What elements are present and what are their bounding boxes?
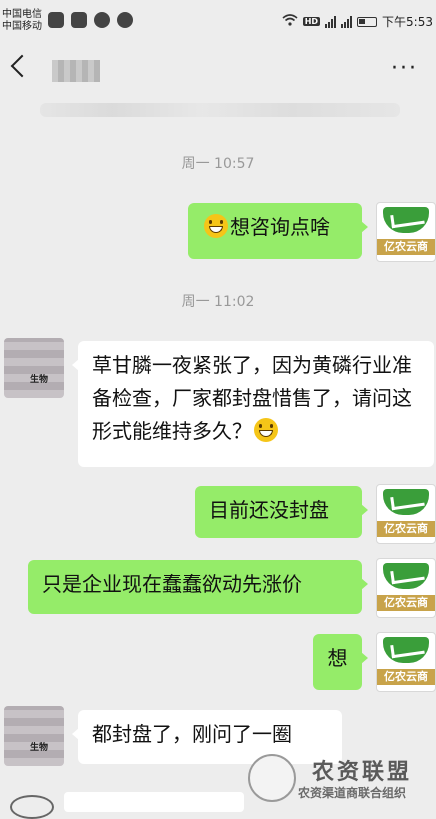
avatar-brand[interactable]: 亿农云商 — [376, 202, 436, 262]
status-time: 下午5:53 — [382, 15, 433, 29]
system-icons: HD 下午5:53 — [282, 13, 433, 30]
grin-emoji-icon — [254, 418, 278, 442]
carrier-2: 中国移动 — [2, 21, 42, 32]
brand-label: 亿农云商 — [377, 669, 435, 685]
chat-header: ··· — [0, 40, 436, 100]
battery-icon — [357, 16, 378, 27]
message-input[interactable] — [64, 792, 244, 812]
avatar-label: 生物 — [30, 743, 49, 753]
message-bubble-received[interactable]: 草甘膦一夜紧张了，因为黄磷行业准备检查，厂家都封盘惜售了，请问这形式能维持多久？ — [72, 341, 434, 467]
message-text: 想咨询点啥 — [230, 215, 330, 239]
hd-icon: HD — [302, 17, 321, 26]
wifi-icon — [282, 14, 298, 29]
avatar-user[interactable]: 生物 — [4, 706, 64, 766]
brand-label: 亿农云商 — [377, 521, 435, 537]
chevron-left-icon[interactable] — [10, 54, 34, 78]
carrier-1: 中国电信 — [2, 9, 42, 20]
grin-emoji-icon — [204, 214, 228, 238]
leaf-logo-icon — [383, 637, 429, 663]
contact-name-redacted — [52, 60, 100, 82]
message-bubble-sent[interactable]: 想 — [313, 634, 368, 690]
leaf-logo-icon — [383, 563, 429, 589]
watermark-title: 农资联盟 — [312, 760, 413, 785]
timestamp: 周一 11:02 — [181, 294, 255, 310]
status-bar: 中国电信 中国移动 HD 下午5:53 — [0, 0, 436, 40]
timestamp: 周一 10:57 — [181, 156, 255, 172]
avatar-brand[interactable]: 亿农云商 — [376, 632, 436, 692]
avatar-brand[interactable]: 亿农云商 — [376, 558, 436, 618]
cast-icon — [117, 12, 133, 28]
message-text: 想 — [327, 646, 348, 670]
avatar-label: 生物 — [30, 375, 49, 385]
watermark-logo-icon — [248, 754, 296, 802]
app-icon — [94, 12, 110, 28]
message-bubble-sent[interactable]: 想咨询点啥 — [188, 203, 368, 259]
avatar-brand[interactable]: 亿农云商 — [376, 484, 436, 544]
image-icon — [71, 12, 87, 28]
signal-icon — [341, 15, 353, 28]
brand-label: 亿农云商 — [377, 595, 435, 611]
message-text: 只是企业现在蠢蠢欲动先涨价 — [42, 572, 302, 596]
more-options-button[interactable]: ··· — [391, 58, 418, 80]
voice-icon[interactable] — [10, 795, 54, 819]
watermark: 农资联盟 农资渠道商联合组织 — [248, 752, 436, 807]
message-bubble-sent[interactable]: 目前还没封盘 — [195, 486, 368, 538]
signal-4g-icon — [325, 15, 337, 28]
wechat-icon — [48, 12, 64, 28]
brand-label: 亿农云商 — [377, 239, 435, 255]
avatar-user[interactable]: 生物 — [4, 338, 64, 398]
message-text: 草甘膦一夜紧张了，因为黄磷行业准备检查，厂家都封盘惜售了，请问这形式能维持多久？ — [92, 353, 412, 443]
leaf-logo-icon — [383, 207, 429, 233]
carrier-labels: 中国电信 中国移动 — [2, 9, 42, 33]
message-text: 都封盘了，刚问了一圈 — [92, 722, 292, 746]
message-text: 目前还没封盘 — [209, 498, 329, 522]
blurred-strip — [40, 103, 400, 117]
message-bubble-sent[interactable]: 只是企业现在蠢蠢欲动先涨价 — [28, 560, 368, 614]
watermark-subtitle: 农资渠道商联合组织 — [298, 786, 407, 800]
leaf-logo-icon — [383, 489, 429, 515]
notification-icons — [48, 12, 133, 28]
